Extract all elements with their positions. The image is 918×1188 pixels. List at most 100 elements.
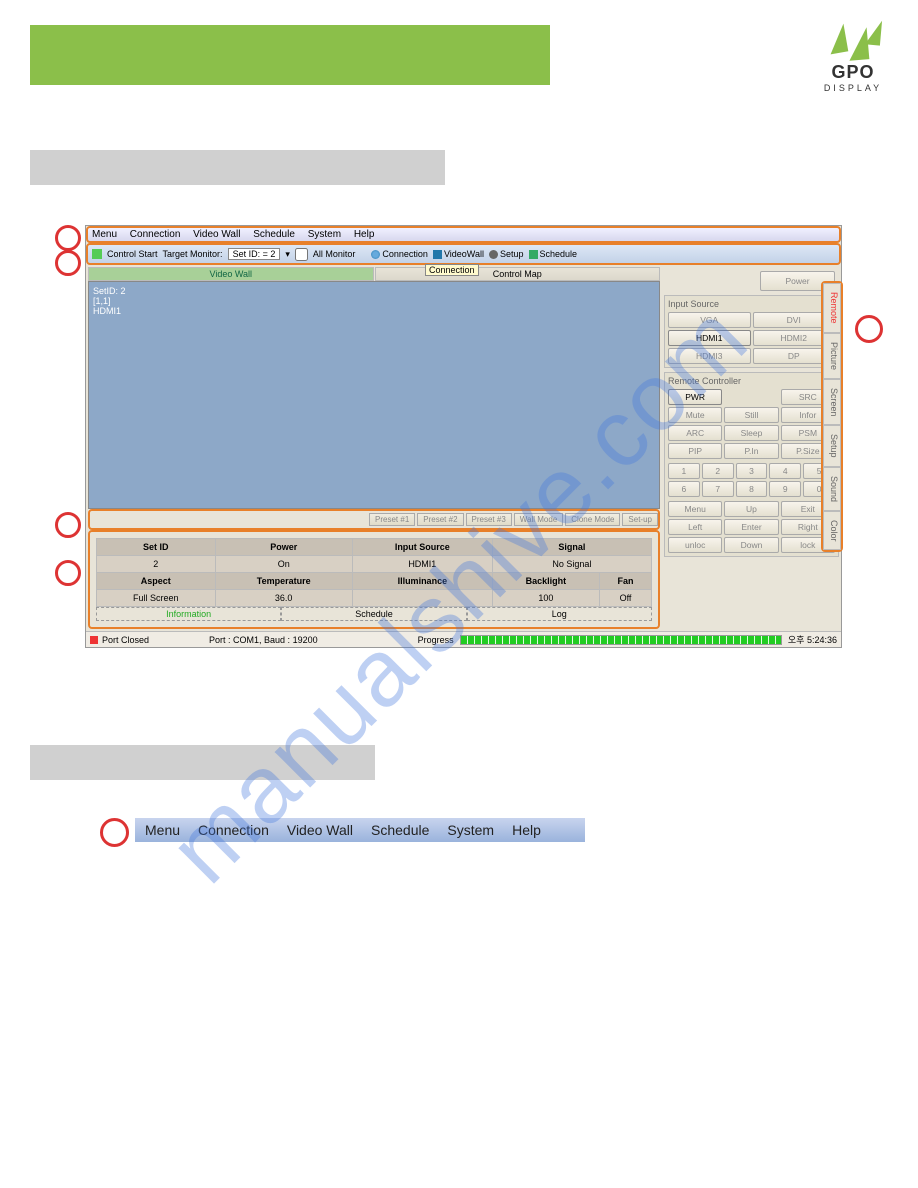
- tab-control-map[interactable]: Control Map: [375, 267, 661, 281]
- cell-value: On: [215, 556, 352, 573]
- cell-value: 2: [97, 556, 216, 573]
- menu-item[interactable]: Schedule: [253, 229, 295, 240]
- menu-item[interactable]: System: [308, 229, 341, 240]
- connection-button[interactable]: Connection: [371, 249, 428, 259]
- col-header: Temperature: [215, 573, 352, 590]
- setup-button[interactable]: Set-up: [622, 513, 658, 526]
- nav-down[interactable]: Down: [724, 537, 778, 553]
- menu-item[interactable]: Video Wall: [193, 229, 240, 240]
- preset-row: Preset #1 Preset #2 Preset #3 Wall Mode …: [88, 509, 660, 530]
- side-tab-picture[interactable]: Picture: [823, 333, 841, 379]
- control-start-label[interactable]: Control Start: [107, 249, 158, 259]
- port-info: Port : COM1, Baud : 19200: [209, 635, 318, 645]
- col-header: Aspect: [97, 573, 216, 590]
- section-heading-1: [30, 150, 445, 185]
- menu-item[interactable]: Schedule: [371, 822, 429, 838]
- side-tab-remote[interactable]: Remote: [823, 283, 841, 333]
- menu-item[interactable]: Video Wall: [287, 822, 353, 838]
- nav-enter[interactable]: Enter: [724, 519, 778, 535]
- side-tab-screen[interactable]: Screen: [823, 379, 841, 426]
- num-btn[interactable]: 9: [769, 481, 801, 497]
- menu-item[interactable]: System: [447, 822, 494, 838]
- cell-value: Full Screen: [97, 590, 216, 607]
- set-id-select[interactable]: Set ID: = 2: [228, 248, 281, 260]
- overlay-setid: SetID: 2: [93, 286, 655, 296]
- remote-btn[interactable]: P.In: [724, 443, 778, 459]
- connection-tooltip: Connection: [425, 264, 479, 276]
- side-tab-sound[interactable]: Sound: [823, 467, 841, 511]
- num-btn[interactable]: 1: [668, 463, 700, 479]
- col-header: Backlight: [492, 573, 599, 590]
- input-source-panel: Input Source VGA DVI HDMI1 HDMI2 HDMI3 D…: [664, 295, 839, 368]
- all-monitor-checkbox[interactable]: [295, 248, 308, 261]
- clone-mode-button[interactable]: Clone Mode: [565, 513, 620, 526]
- time: 오후 5:24:36: [788, 633, 837, 646]
- col-header: Illuminance: [352, 573, 492, 590]
- remote-btn[interactable]: ARC: [668, 425, 722, 441]
- num-btn[interactable]: 8: [736, 481, 768, 497]
- nav-up[interactable]: Up: [724, 501, 778, 517]
- schedule-icon: [529, 250, 538, 259]
- num-btn[interactable]: 3: [736, 463, 768, 479]
- videowall-button[interactable]: VideoWall: [433, 249, 484, 259]
- overlay-src: HDMI1: [93, 306, 655, 316]
- menu-item[interactable]: Menu: [92, 229, 117, 240]
- remote-btn[interactable]: Mute: [668, 407, 722, 423]
- menu-item[interactable]: Help: [512, 822, 541, 838]
- input-btn[interactable]: HDMI3: [668, 348, 751, 364]
- tab-video-wall[interactable]: Video Wall: [88, 267, 374, 281]
- num-btn[interactable]: 6: [668, 481, 700, 497]
- menu-item[interactable]: Menu: [145, 822, 180, 838]
- remote-btn[interactable]: PWR: [668, 389, 722, 405]
- input-btn[interactable]: VGA: [668, 312, 751, 328]
- nav-left[interactable]: Left: [668, 519, 722, 535]
- menu-item[interactable]: Connection: [198, 822, 269, 838]
- preset-button[interactable]: Preset #1: [369, 513, 415, 526]
- remote-btn[interactable]: Still: [724, 407, 778, 423]
- application-window: Menu Connection Video Wall Schedule Syst…: [85, 225, 842, 648]
- callout-marker-4: [55, 560, 81, 586]
- progress-bar: [460, 635, 782, 645]
- remote-panel: Remote Controller PWR SRC Mute Still Inf…: [664, 372, 839, 557]
- overlay-pos: [1,1]: [93, 296, 655, 306]
- callout-marker-3: [55, 512, 81, 538]
- num-btn[interactable]: 4: [769, 463, 801, 479]
- nav-unloc[interactable]: unloc: [668, 537, 722, 553]
- num-btn[interactable]: 7: [702, 481, 734, 497]
- remote-btn[interactable]: Sleep: [724, 425, 778, 441]
- cell-value: 100: [492, 590, 599, 607]
- menu-item[interactable]: Connection: [130, 229, 181, 240]
- callout-marker-1: [55, 225, 81, 251]
- view-tabs: Video Wall Control Map: [88, 267, 660, 281]
- col-header: Signal: [492, 539, 651, 556]
- tab-information[interactable]: Information: [96, 607, 281, 621]
- all-monitor-label: All Monitor: [313, 249, 356, 259]
- schedule-button[interactable]: Schedule: [529, 249, 578, 259]
- nav-menu[interactable]: Menu: [668, 501, 722, 517]
- col-header: Set ID: [97, 539, 216, 556]
- info-tabs: Information Schedule Log: [96, 607, 652, 621]
- remote-btn[interactable]: PIP: [668, 443, 722, 459]
- logo: GPO DISPLAY: [818, 20, 888, 93]
- side-tab-color[interactable]: Color: [823, 511, 841, 551]
- input-btn[interactable]: HDMI1: [668, 330, 751, 346]
- preset-button[interactable]: Preset #2: [417, 513, 463, 526]
- cell-value: HDMI1: [352, 556, 492, 573]
- status-dot-icon: [92, 249, 102, 259]
- callout-marker-2: [55, 250, 81, 276]
- setup-button[interactable]: Setup: [489, 249, 524, 259]
- cell-value: [352, 590, 492, 607]
- menu-item[interactable]: Help: [354, 229, 375, 240]
- preset-button[interactable]: Preset #3: [466, 513, 512, 526]
- side-tab-setup[interactable]: Setup: [823, 425, 841, 467]
- header-bar: [30, 25, 550, 85]
- right-column: Power Input Source VGA DVI HDMI1 HDMI2 H…: [664, 267, 839, 629]
- wall-mode-button[interactable]: Wall Mode: [514, 513, 564, 526]
- col-header: Power: [215, 539, 352, 556]
- tab-schedule[interactable]: Schedule: [281, 607, 466, 621]
- gear-icon: [489, 250, 498, 259]
- tab-log[interactable]: Log: [467, 607, 652, 621]
- num-btn[interactable]: 2: [702, 463, 734, 479]
- video-preview: SetID: 2 [1,1] HDMI1: [88, 281, 660, 509]
- menu-bar-enlarged: Menu Connection Video Wall Schedule Syst…: [135, 818, 585, 842]
